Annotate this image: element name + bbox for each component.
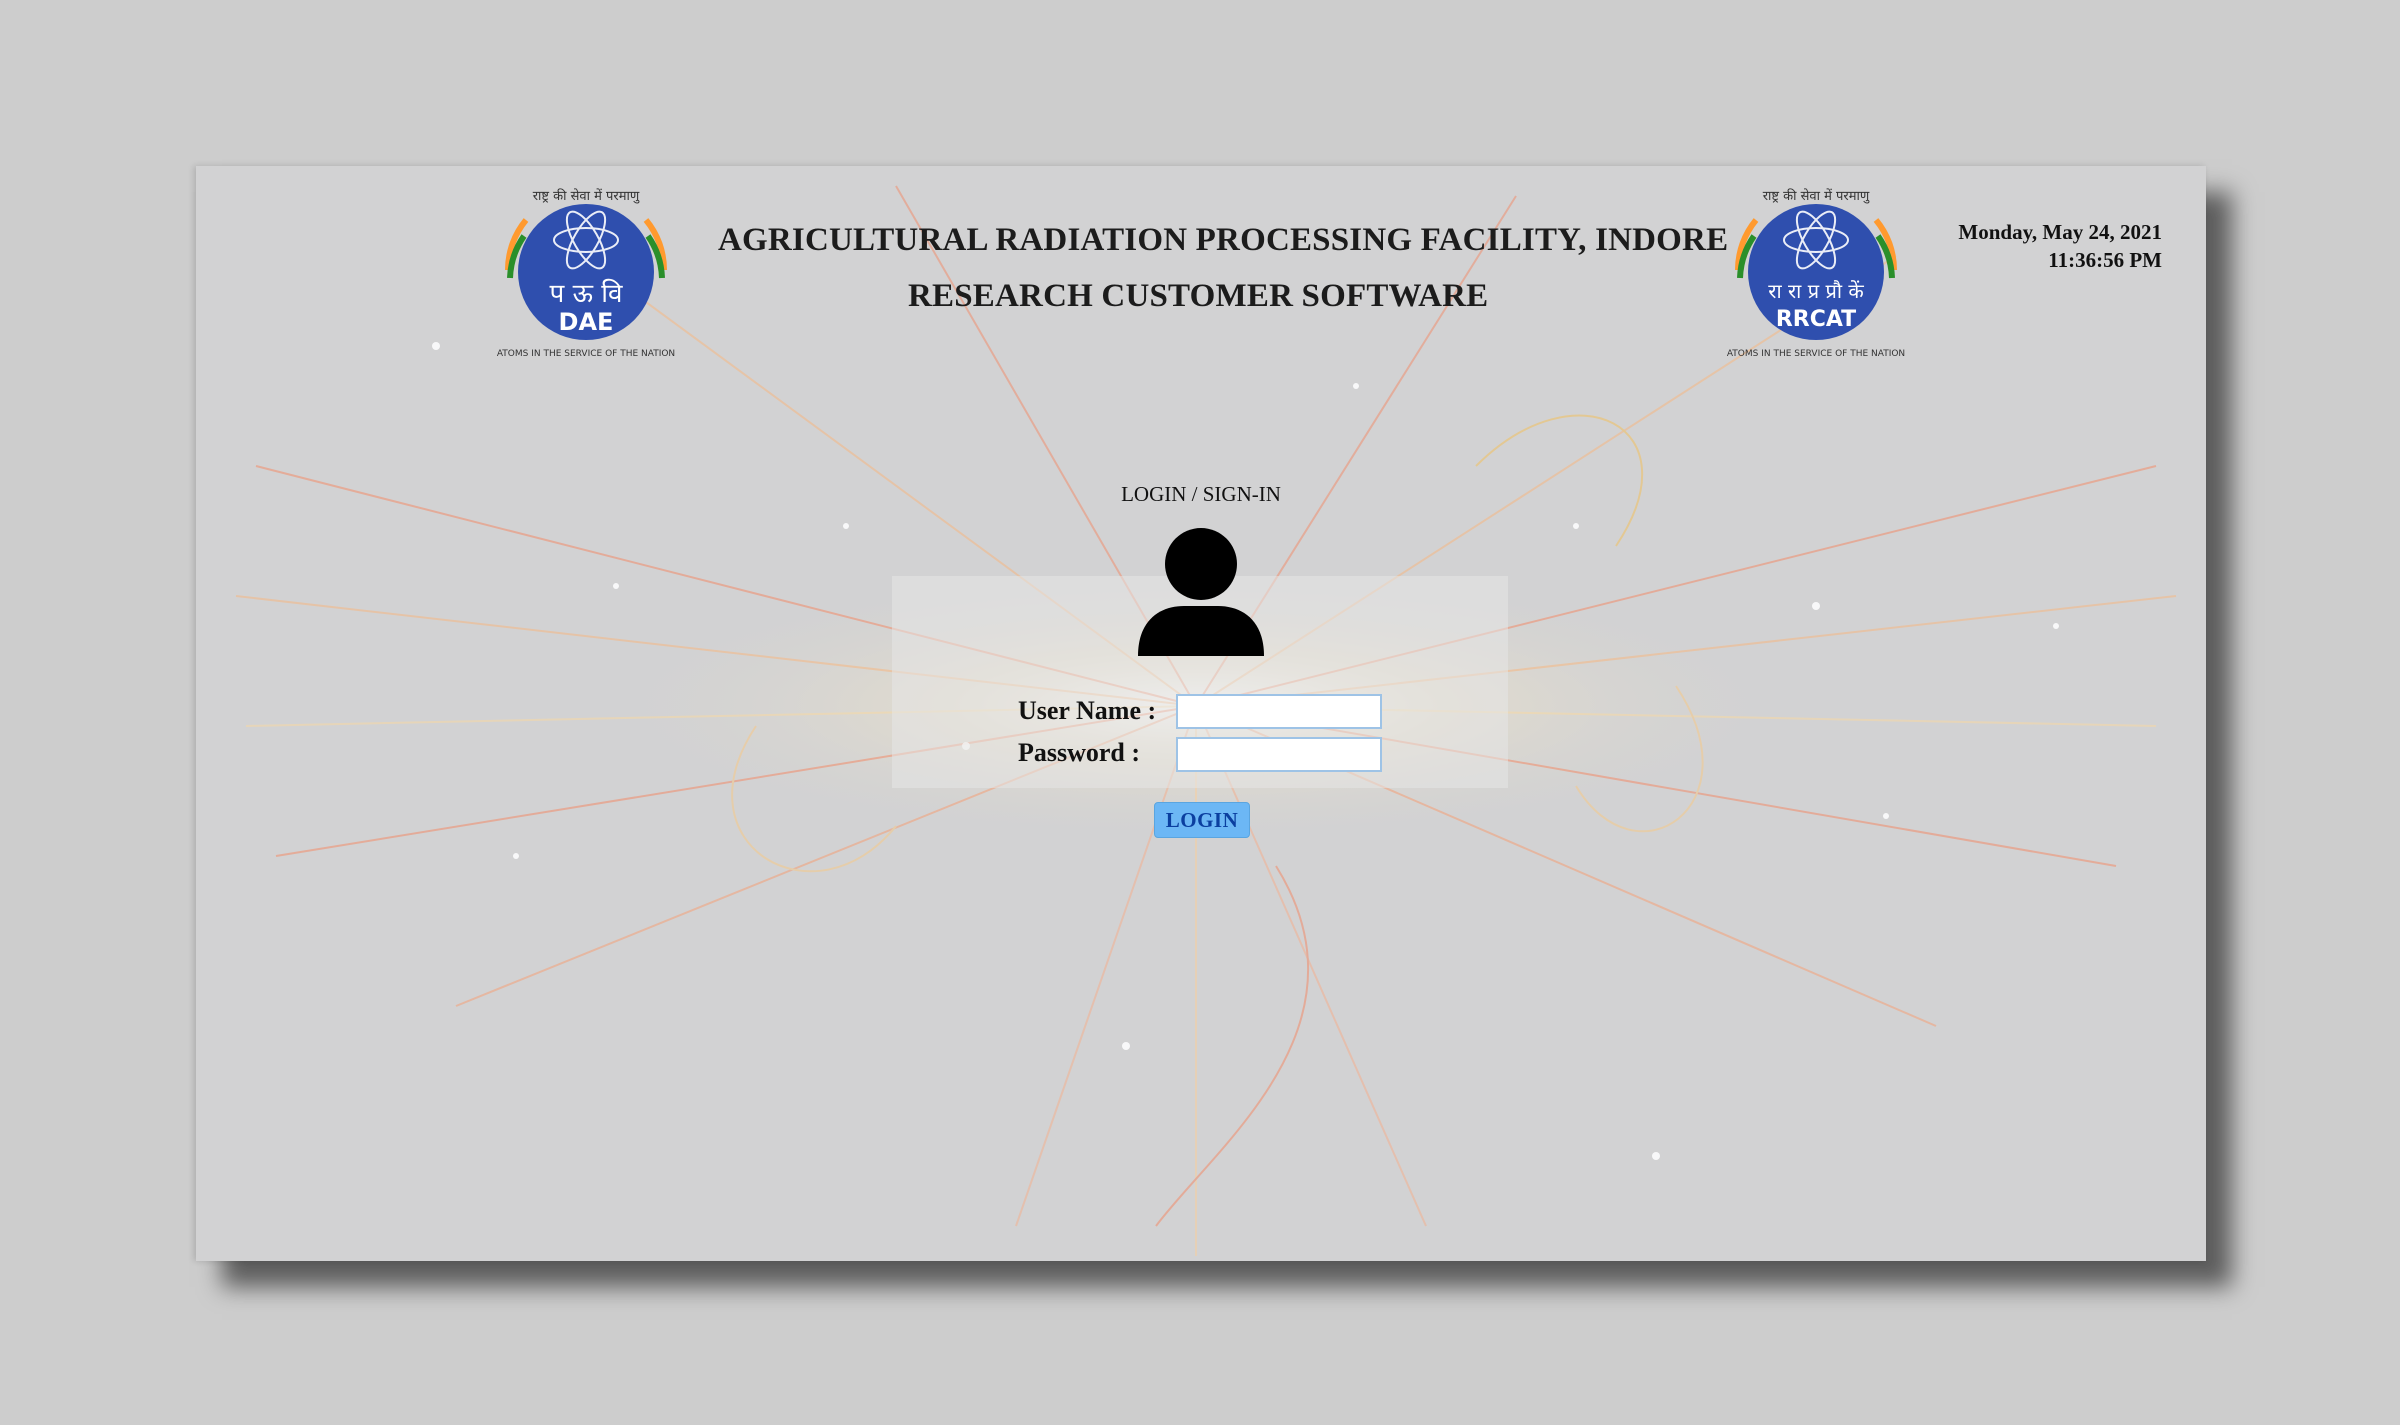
svg-text:राष्ट्र की सेवा में परमाणु: राष्ट्र की सेवा में परमाणु xyxy=(533,188,641,204)
software-title: RESEARCH CUSTOMER SOFTWARE xyxy=(908,278,1489,314)
login-button[interactable]: LOGIN xyxy=(1154,802,1250,838)
user-avatar-icon xyxy=(1138,528,1264,656)
dae-logo: प ऊ वि DAE राष्ट्र की सेवा में परमाणु AT… xyxy=(497,188,675,359)
login-panel: प ऊ वि DAE राष्ट्र की सेवा में परमाणु AT… xyxy=(196,166,2206,1261)
current-time: 11:36:56 PM xyxy=(2048,248,2162,272)
password-input[interactable] xyxy=(1176,737,1382,772)
username-input[interactable] xyxy=(1176,694,1382,729)
svg-text:ATOMS IN THE SERVICE OF THE NA: ATOMS IN THE SERVICE OF THE NATION xyxy=(1727,349,1905,359)
login-heading: LOGIN / SIGN-IN xyxy=(1121,482,1281,506)
password-label: Password : xyxy=(1018,738,1141,767)
svg-text:ATOMS IN THE SERVICE OF THE NA: ATOMS IN THE SERVICE OF THE NATION xyxy=(497,349,675,359)
svg-text:राष्ट्र की सेवा में परमाणु: राष्ट्र की सेवा में परमाणु xyxy=(1763,188,1871,204)
date-time-display: Monday, May 24, 2021 11:36:56 PM xyxy=(1958,218,2162,274)
svg-text:DAE: DAE xyxy=(559,308,614,336)
rrcat-logo: रा रा प्र प्रौ कें RRCAT राष्ट्र की सेवा… xyxy=(1727,188,1905,359)
current-date: Monday, May 24, 2021 xyxy=(1958,220,2162,244)
dae-logo-hindi: प ऊ वि xyxy=(550,278,623,309)
facility-title: AGRICULTURAL RADIATION PROCESSING FACILI… xyxy=(718,222,1729,258)
username-label: User Name : xyxy=(1018,696,1157,725)
